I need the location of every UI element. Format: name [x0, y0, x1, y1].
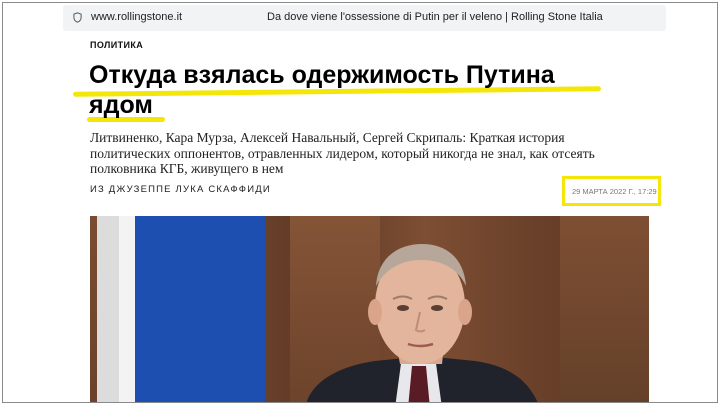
headline-line1: Откуда взялась одержимость Путина: [89, 61, 555, 89]
article-headline: Откуда взялась одержимость Путина ядом: [89, 60, 649, 120]
url-text[interactable]: www.rollingstone.it: [91, 11, 182, 23]
article-dek: Литвиненко, Кара Мурза, Алексей Навальны…: [90, 130, 595, 176]
article-photo: [90, 216, 649, 402]
shield-icon[interactable]: [73, 12, 82, 23]
author-byline[interactable]: ИЗ ДЖУЗЕППЕ ЛУКА СКАФФИДИ: [90, 184, 271, 195]
page-title-text: Da dove viene l'ossessione di Putin per …: [267, 11, 603, 23]
publish-date: 29 МАРТА 2022 Г., 17:29: [572, 187, 657, 196]
screenshot-frame: www.rollingstone.it Da dove viene l'osse…: [2, 2, 718, 403]
speaker-portrait-figure: [306, 244, 538, 402]
category-label[interactable]: ПОЛИТИКА: [90, 40, 143, 50]
headline-line2: ядом: [89, 91, 153, 119]
